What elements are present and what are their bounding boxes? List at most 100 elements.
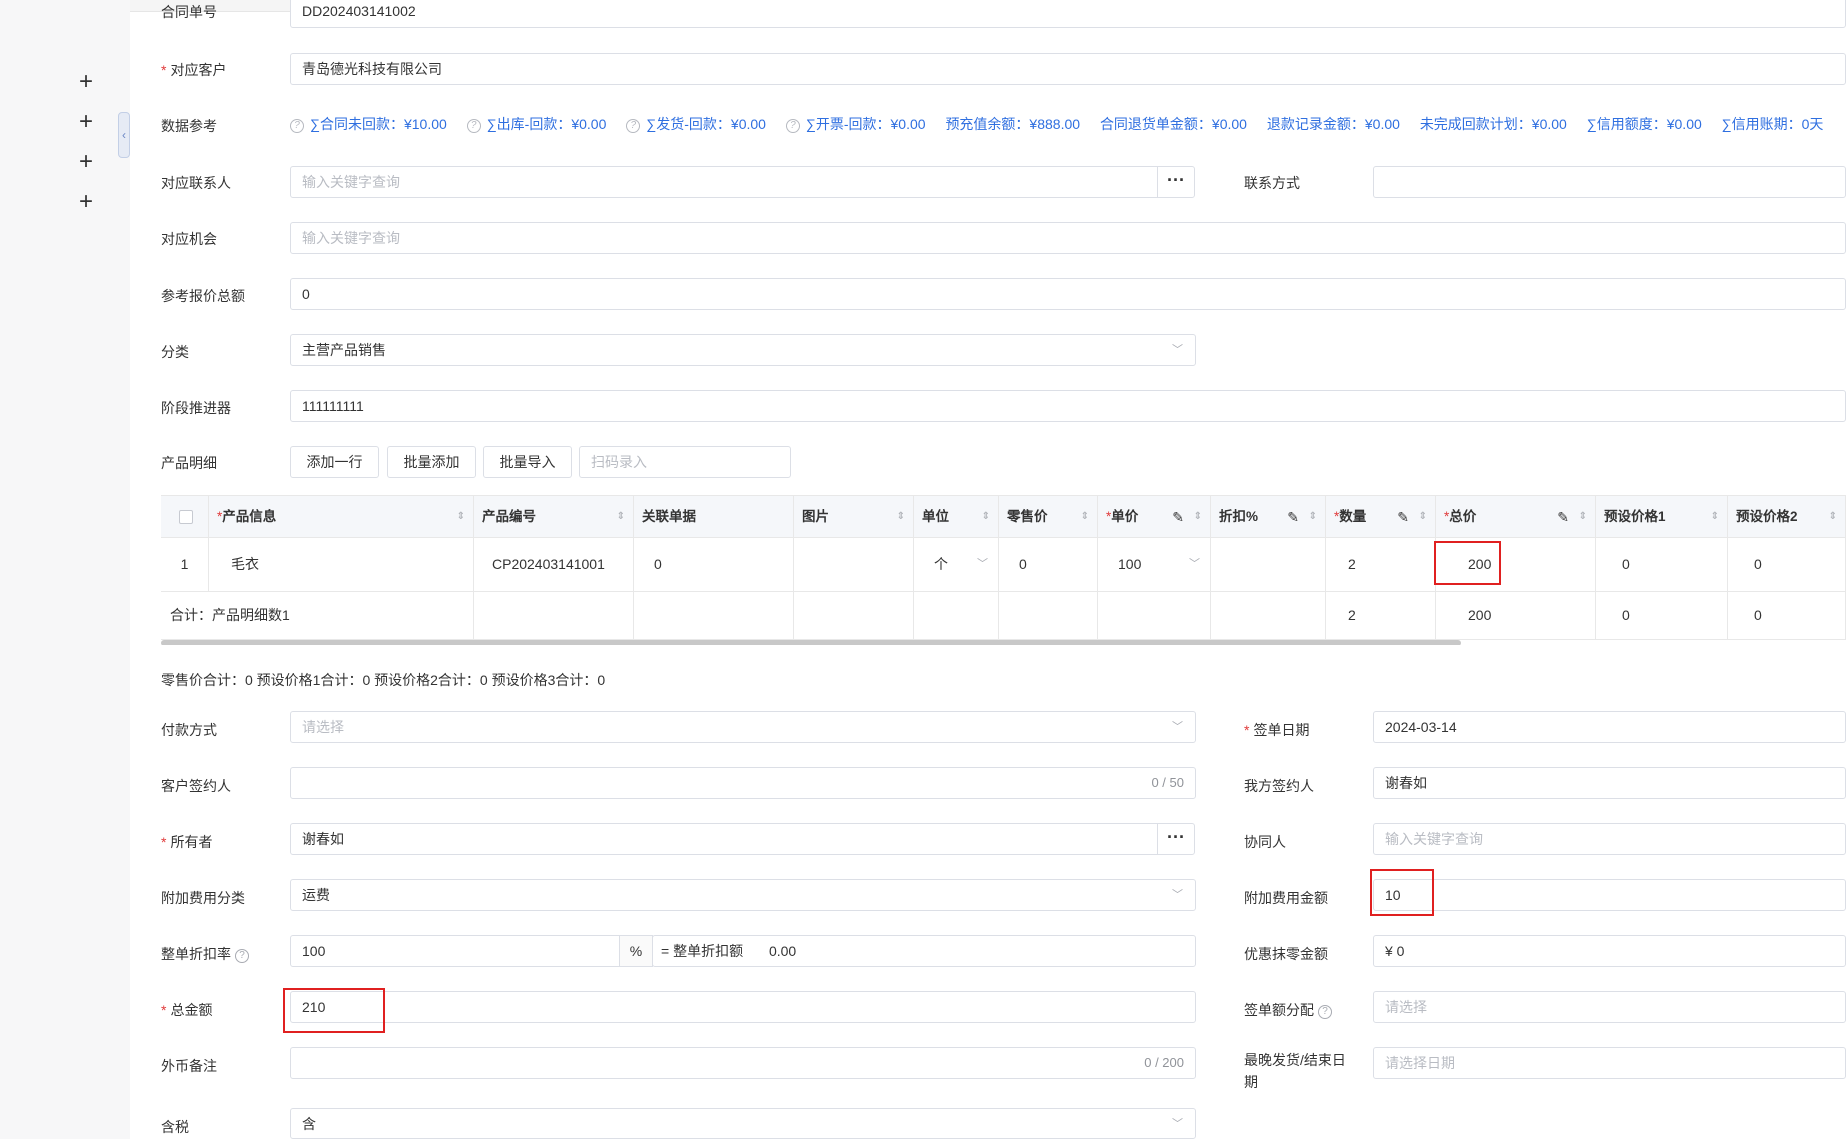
th-qty[interactable]: *数量 ✎ ⇕ bbox=[1326, 496, 1436, 538]
cell-qty[interactable]: 2 bbox=[1326, 538, 1436, 591]
sort-icon[interactable]: ⇕ bbox=[897, 496, 905, 538]
contract-no-field[interactable]: DD202403141002 bbox=[290, 0, 1846, 28]
sort-icon[interactable]: ⇕ bbox=[1194, 496, 1202, 538]
payment-select[interactable]: 请选择 ﹀ bbox=[290, 711, 1196, 743]
opportunity-input[interactable]: 输入关键字查询 bbox=[290, 222, 1846, 254]
question-circle-icon[interactable]: ? bbox=[235, 949, 249, 963]
sign-alloc-select[interactable]: 请选择 bbox=[1373, 991, 1846, 1023]
customer-signer-input[interactable]: 0 / 50 bbox=[290, 767, 1196, 799]
th-related: 关联单据 bbox=[634, 496, 794, 538]
tax-value: 含 bbox=[302, 1116, 316, 1132]
sort-icon[interactable]: ⇕ bbox=[1579, 496, 1587, 538]
batch-import-button[interactable]: 批量导入 bbox=[483, 446, 572, 478]
contact-method-input[interactable] bbox=[1373, 166, 1846, 198]
chevron-down-icon: ﹀ bbox=[977, 558, 988, 570]
contact-more-button[interactable]: ··· bbox=[1157, 166, 1195, 198]
sort-icon[interactable]: ⇕ bbox=[1309, 496, 1317, 538]
header-select-all[interactable] bbox=[161, 496, 209, 538]
question-circle-icon: ? bbox=[626, 119, 641, 133]
stage-input[interactable]: 111111111 bbox=[290, 390, 1846, 422]
price-value: 100 bbox=[1118, 556, 1142, 572]
table-scrollbar[interactable] bbox=[161, 640, 1461, 645]
th-product-info[interactable]: *产品信息 ⇕ bbox=[209, 496, 474, 538]
add-icon[interactable]: + bbox=[76, 70, 96, 94]
footer-preset1: 0 bbox=[1596, 592, 1728, 639]
fx-note-input[interactable]: 0 / 200 bbox=[290, 1047, 1196, 1079]
edit-icon[interactable]: ✎ bbox=[1172, 496, 1184, 538]
batch-add-button[interactable]: 批量添加 bbox=[387, 446, 476, 478]
th-retail[interactable]: 零售价 ⇕ bbox=[999, 496, 1098, 538]
owner-input[interactable]: 谢春如 bbox=[290, 823, 1158, 855]
sort-icon[interactable]: ⇕ bbox=[982, 496, 990, 538]
table-row[interactable]: 1 毛衣 CP202403141001 0 个 ﹀ 0 100 ﹀ 2 200 0 … bbox=[161, 538, 1846, 592]
product-table: *产品信息 ⇕ 产品编号 ⇕ 关联单据 图片 ⇕ 单位 ⇕ 零售价 ⇕ *单价 ✎ ⇕ 折扣%… bbox=[161, 495, 1846, 645]
sort-icon[interactable]: ⇕ bbox=[1711, 496, 1719, 538]
question-circle-icon: ? bbox=[290, 119, 304, 133]
contact-label: 对应联系人 bbox=[161, 175, 231, 191]
question-circle-icon: ? bbox=[785, 119, 800, 133]
cell-discount[interactable] bbox=[1211, 538, 1326, 591]
sort-icon[interactable]: ⇕ bbox=[1829, 496, 1837, 538]
footer-cell bbox=[999, 592, 1098, 639]
extra-fee-type-label: 附加费用分类 bbox=[161, 890, 245, 906]
add-icon[interactable]: + bbox=[76, 110, 96, 134]
quote-total-input[interactable]: 0 bbox=[290, 278, 1846, 310]
owner-more-button[interactable]: ··· bbox=[1157, 823, 1195, 855]
scan-input[interactable]: 扫码录入 bbox=[579, 446, 791, 478]
sign-alloc-label: 签单额分配? bbox=[1244, 1000, 1332, 1020]
extra-fee-amount-input[interactable]: 10 bbox=[1373, 879, 1846, 911]
add-row-button[interactable]: 添加一行 bbox=[290, 446, 379, 478]
total-amount-label: * 总金额 bbox=[161, 1002, 213, 1018]
cell-image bbox=[794, 538, 914, 591]
discount-rate-input[interactable]: 100 bbox=[290, 935, 620, 967]
cell-price[interactable]: 100 ﹀ bbox=[1098, 538, 1211, 591]
total-amount-input[interactable]: 210 bbox=[290, 991, 1196, 1023]
cell-preset2: 0 bbox=[1728, 538, 1846, 591]
data-ref-label: 数据参考 bbox=[161, 118, 217, 134]
question-circle-icon[interactable]: ? bbox=[1318, 1005, 1332, 1019]
rounding-label: 优惠抹零金额 bbox=[1244, 946, 1328, 962]
customer-field[interactable]: 青岛德光科技有限公司 bbox=[290, 53, 1846, 85]
sort-icon[interactable]: ⇕ bbox=[457, 496, 465, 538]
collaborator-input[interactable]: 输入关键字查询 bbox=[1373, 823, 1846, 855]
tax-label: 含税 bbox=[161, 1119, 189, 1135]
sort-icon[interactable]: ⇕ bbox=[1419, 496, 1427, 538]
tax-select[interactable]: 含 ﹀ bbox=[290, 1108, 1196, 1139]
rounding-input[interactable]: ¥ 0 bbox=[1373, 935, 1846, 967]
contact-input[interactable]: 输入关键字查询 bbox=[290, 166, 1158, 198]
sort-icon[interactable]: ⇕ bbox=[617, 496, 625, 538]
extra-fee-type-select[interactable]: 运费 ﹀ bbox=[290, 879, 1196, 911]
checkbox[interactable] bbox=[179, 510, 193, 524]
sort-icon[interactable]: ⇕ bbox=[1081, 496, 1089, 538]
th-total[interactable]: *总价 ✎ ⇕ bbox=[1436, 496, 1596, 538]
question-circle-icon: ? bbox=[466, 119, 481, 133]
collapse-sidebar-icon[interactable]: ‹ bbox=[118, 112, 130, 158]
th-preset2[interactable]: 预设价格2 ⇕ bbox=[1728, 496, 1846, 538]
th-unit[interactable]: 单位 ⇕ bbox=[914, 496, 999, 538]
cell-product-code: CP202403141001 bbox=[474, 538, 634, 591]
data-ref-item: ∑信用额度：¥0.00 bbox=[1586, 116, 1702, 132]
latest-ship-date-input[interactable]: 请选择日期 bbox=[1373, 1047, 1846, 1079]
category-label: 分类 bbox=[161, 344, 189, 360]
our-signer-input[interactable]: 谢春如 bbox=[1373, 767, 1846, 799]
footer-preset2: 0 bbox=[1728, 592, 1846, 639]
add-icon[interactable]: + bbox=[76, 190, 96, 214]
cell-product-info[interactable]: 毛衣 bbox=[209, 538, 474, 591]
th-preset1[interactable]: 预设价格1 ⇕ bbox=[1596, 496, 1728, 538]
category-select[interactable]: 主营产品销售 ﹀ bbox=[290, 334, 1196, 366]
left-toolbar: + + + + bbox=[0, 0, 130, 1139]
cell-unit[interactable]: 个 ﹀ bbox=[914, 538, 999, 591]
th-price[interactable]: *单价 ✎ ⇕ bbox=[1098, 496, 1211, 538]
th-product-code[interactable]: 产品编号 ⇕ bbox=[474, 496, 634, 538]
add-icon[interactable]: + bbox=[76, 150, 96, 174]
edit-icon[interactable]: ✎ bbox=[1397, 496, 1409, 538]
th-discount[interactable]: 折扣% ✎ ⇕ bbox=[1211, 496, 1326, 538]
latest-ship-label: 最晚发货/结束日期 bbox=[1244, 1052, 1346, 1090]
edit-icon[interactable]: ✎ bbox=[1287, 496, 1299, 538]
our-signer-label: 我方签约人 bbox=[1244, 778, 1314, 794]
chevron-down-icon: ﹀ bbox=[1172, 721, 1183, 733]
edit-icon[interactable]: ✎ bbox=[1557, 496, 1569, 538]
th-image[interactable]: 图片 ⇕ bbox=[794, 496, 914, 538]
stage-label: 阶段推进器 bbox=[161, 400, 231, 416]
sign-date-input[interactable]: 2024-03-14 bbox=[1373, 711, 1846, 743]
